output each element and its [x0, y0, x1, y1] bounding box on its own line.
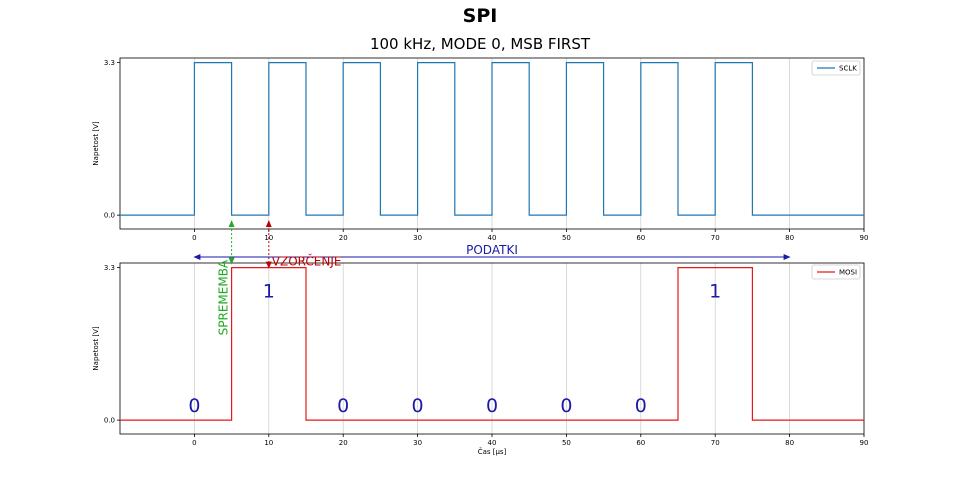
bit-label-4: 0	[486, 395, 498, 417]
x-tick-label-top-0: 0	[192, 234, 196, 242]
chart-title: SPI	[463, 5, 498, 27]
mosi-legend-label: MOSI	[839, 269, 857, 277]
y-tick-label-top-0: 0.0	[104, 212, 115, 220]
mosi-grid	[193, 263, 865, 434]
y-tick-label-bot-1: 3.3	[104, 264, 115, 272]
bit-label-0: 1	[263, 281, 275, 303]
mosi-axes: 0 10 20 30 40 50 60 70 80 90 0.03.3 Napetost [V] …	[92, 262, 868, 456]
sclk-y-ticks: 0.0 3.3	[104, 59, 120, 220]
x-tick-label-top-30: 30	[413, 234, 422, 242]
x-tick-label-bot-10: 10	[264, 439, 273, 447]
x-tick-label-top-60: 60	[636, 234, 645, 242]
sclk-axes: 0102030405060708090 0.03.3 Napetost [V] …	[92, 57, 868, 242]
data-range-label: PODATKI	[466, 243, 518, 257]
y-tick-label-top-1: 3.3	[104, 59, 115, 67]
x-tick-label-bot-80: 80	[785, 439, 794, 447]
bit-label-1: 0	[188, 395, 200, 417]
bit-label-6: 0	[635, 395, 647, 417]
mosi-x-axis-label: Čas [μs]	[478, 447, 507, 456]
y-tick-label-bot-0: 0.0	[104, 417, 115, 425]
chart-subtitle: 100 kHz, MODE 0, MSB FIRST	[370, 35, 591, 53]
sampling-label: VZORČENJE	[272, 254, 342, 269]
x-tick-label-top-80: 80	[785, 234, 794, 242]
bit-label-5: 0	[560, 395, 572, 417]
change-label: SPREMEMBA	[217, 259, 231, 335]
bit-label-2: 0	[337, 395, 349, 417]
bit-labels: 1 0 0 0 0 0 0 1	[188, 281, 721, 418]
sclk-y-axis-label: Napetost [V]	[92, 121, 100, 165]
x-tick-label-top-50: 50	[562, 234, 571, 242]
figure: SPI 100 kHz, MODE 0, MSB FIRST 010203040…	[92, 5, 868, 456]
sclk-x-ticks: 0102030405060708090	[192, 229, 868, 242]
bit-label-7: 1	[709, 281, 721, 303]
x-tick-label-top-70: 70	[711, 234, 720, 242]
x-tick-label-bot-0: 0	[192, 439, 196, 447]
sclk-series-line	[120, 62, 864, 216]
mosi-y-ticks: 0.0 3.3	[104, 264, 120, 425]
mosi-y-axis-label: Napetost [V]	[92, 326, 100, 370]
x-tick-label-top-90: 90	[860, 234, 869, 242]
x-tick-label-bot-90: 90	[860, 439, 869, 447]
sclk-legend: SCLK	[811, 60, 861, 76]
x-tick-label-bot-60: 60	[636, 439, 645, 447]
bit-label-3: 0	[412, 395, 424, 417]
mosi-x-ticks: 0 10 20 30 40 50 60 70 80 90	[192, 434, 868, 447]
x-tick-label-top-40: 40	[488, 234, 497, 242]
x-tick-label-bot-70: 70	[711, 439, 720, 447]
x-tick-label-bot-50: 50	[562, 439, 571, 447]
x-tick-label-bot-20: 20	[339, 439, 348, 447]
sclk-legend-label: SCLK	[839, 65, 857, 73]
x-tick-label-top-20: 20	[339, 234, 348, 242]
x-tick-label-bot-30: 30	[413, 439, 422, 447]
mosi-legend: MOSI	[811, 264, 861, 280]
x-tick-label-bot-40: 40	[488, 439, 497, 447]
